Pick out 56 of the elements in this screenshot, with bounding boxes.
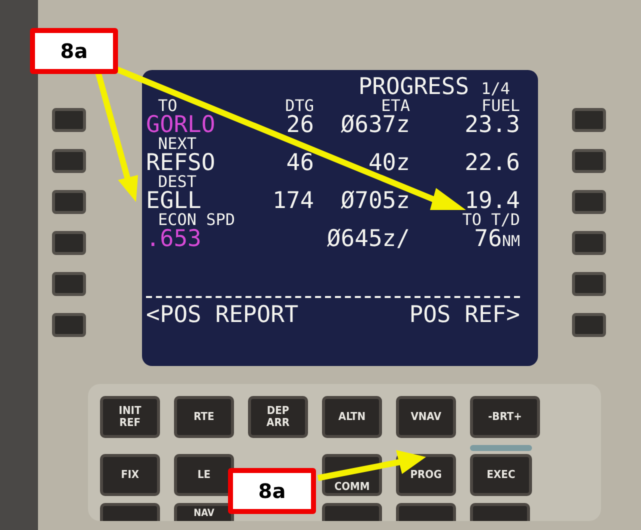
field-label: TO (158, 98, 178, 114)
eta-value: Ø637z (340, 114, 410, 136)
distance-value: 26 (285, 114, 314, 136)
exec-key[interactable]: EXEC (470, 454, 532, 496)
function-key[interactable]: ALTN (322, 396, 382, 438)
speed-value: .653 (146, 228, 202, 252)
brightness-rocker[interactable]: -BRT+ (470, 396, 540, 438)
field-label: ECON SPD (158, 212, 236, 228)
waypoint-name: GORLO (146, 114, 216, 136)
function-key[interactable]: INIT REF (100, 396, 160, 438)
prompt-link[interactable]: POS REF> (409, 304, 520, 326)
page-number: 1/4 (481, 81, 510, 97)
distance-value: 174 (271, 190, 314, 212)
line-select-key[interactable] (572, 231, 606, 255)
line-select-key[interactable] (572, 190, 606, 214)
function-key[interactable] (100, 503, 160, 521)
line-select-key[interactable] (52, 190, 86, 214)
waypoint-name: EGLL (146, 190, 202, 212)
page-title: PROGRESS (358, 76, 470, 98)
column-header: FUEL (481, 98, 520, 114)
field-label: TO T/D (461, 212, 520, 228)
field-label: DEST (158, 174, 197, 190)
line-select-key[interactable] (572, 313, 606, 337)
fuel-value: 23.3 (464, 114, 520, 136)
function-key[interactable] (470, 503, 530, 521)
function-key[interactable]: FIX (100, 454, 160, 496)
function-key[interactable]: NAV (174, 503, 234, 521)
line-select-key[interactable] (52, 272, 86, 296)
field-label: NEXT (158, 136, 197, 152)
function-key[interactable]: LE (174, 454, 234, 496)
fuel-value: 19.4 (464, 190, 520, 212)
prompt-link[interactable]: <POS REPORT (146, 304, 298, 326)
callout-label: 8a (228, 468, 316, 514)
line-select-key[interactable] (52, 313, 86, 337)
eta-value: Ø705z (340, 190, 410, 212)
function-key[interactable] (396, 503, 456, 521)
exec-indicator-light (470, 445, 532, 451)
column-header: DTG (284, 98, 314, 114)
column-header: ETA (381, 98, 410, 114)
callout-label: 8a (30, 28, 118, 74)
eta-value: 40z (367, 152, 410, 174)
waypoint-name: REFSO (146, 152, 216, 174)
fuel-value: 22.6 (464, 152, 520, 174)
line-select-key[interactable] (572, 149, 606, 173)
function-key[interactable]: DEP ARR (248, 396, 308, 438)
line-select-key[interactable] (572, 108, 606, 132)
line-select-key[interactable] (572, 272, 606, 296)
distance-value: 76NM (473, 228, 520, 252)
function-key[interactable] (322, 503, 382, 521)
distance-value: 46 (285, 152, 314, 174)
line-select-key[interactable] (52, 108, 86, 132)
function-key[interactable]: VNAV (396, 396, 456, 438)
line-select-key[interactable] (52, 149, 86, 173)
line-select-key[interactable] (52, 231, 86, 255)
eta-value: Ø645z/ (326, 228, 410, 252)
function-key[interactable]: RTE (174, 396, 234, 438)
